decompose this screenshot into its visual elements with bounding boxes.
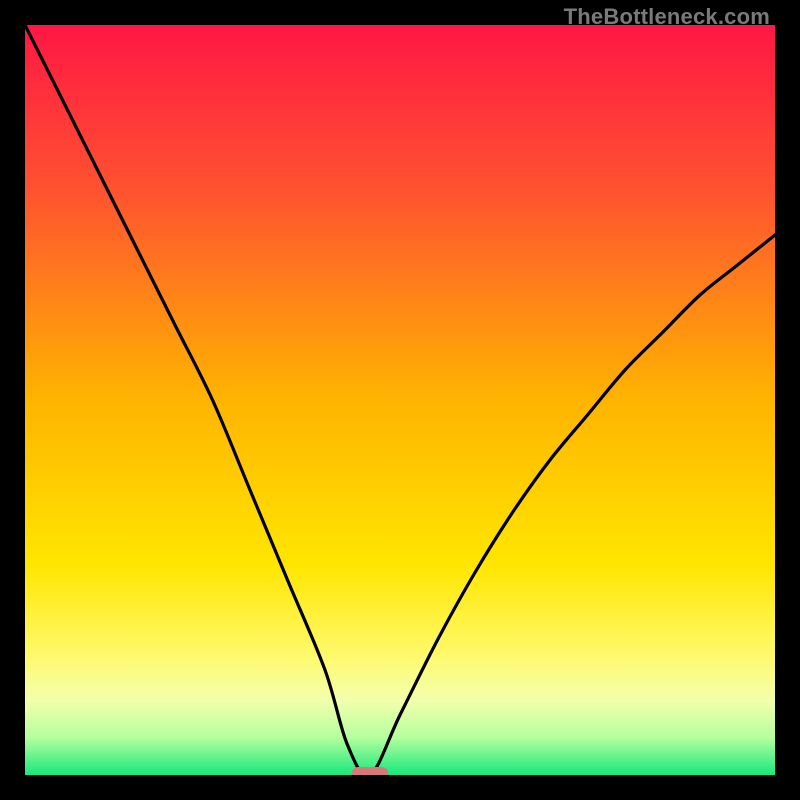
bottleneck-chart bbox=[25, 25, 775, 775]
chart-frame bbox=[25, 25, 775, 775]
optimal-marker bbox=[352, 767, 388, 775]
chart-background bbox=[25, 25, 775, 775]
